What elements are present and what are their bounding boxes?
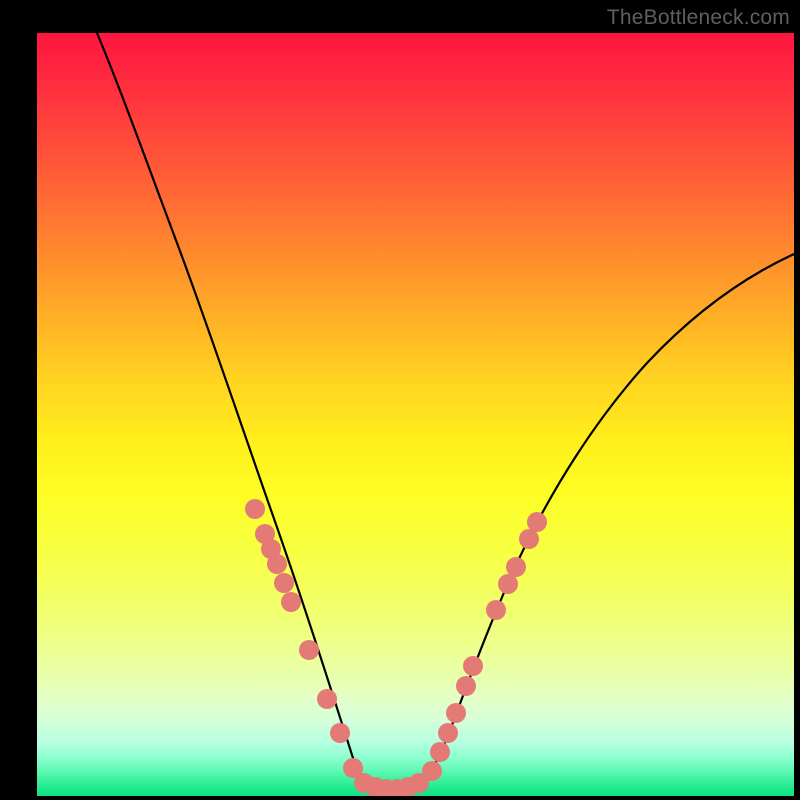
- marker-dot: [506, 557, 526, 577]
- marker-dot: [456, 676, 476, 696]
- marker-dot: [463, 656, 483, 676]
- marker-dot: [245, 499, 265, 519]
- marker-dot: [422, 761, 442, 781]
- marker-dot: [430, 742, 450, 762]
- marker-dot: [330, 723, 350, 743]
- marker-dot: [527, 512, 547, 532]
- marker-dot: [274, 573, 294, 593]
- marker-dot: [267, 554, 287, 574]
- curve-layer: [37, 33, 794, 796]
- marker-dot: [446, 703, 466, 723]
- watermark-text: TheBottleneck.com: [607, 6, 790, 30]
- marker-dot: [486, 600, 506, 620]
- marker-group: [245, 499, 547, 796]
- chart-frame: TheBottleneck.com: [0, 0, 800, 800]
- marker-dot: [281, 592, 301, 612]
- marker-dot: [438, 723, 458, 743]
- marker-dot: [299, 640, 319, 660]
- bottleneck-curve: [97, 33, 794, 790]
- marker-dot: [519, 529, 539, 549]
- marker-dot: [317, 689, 337, 709]
- marker-dot: [498, 574, 518, 594]
